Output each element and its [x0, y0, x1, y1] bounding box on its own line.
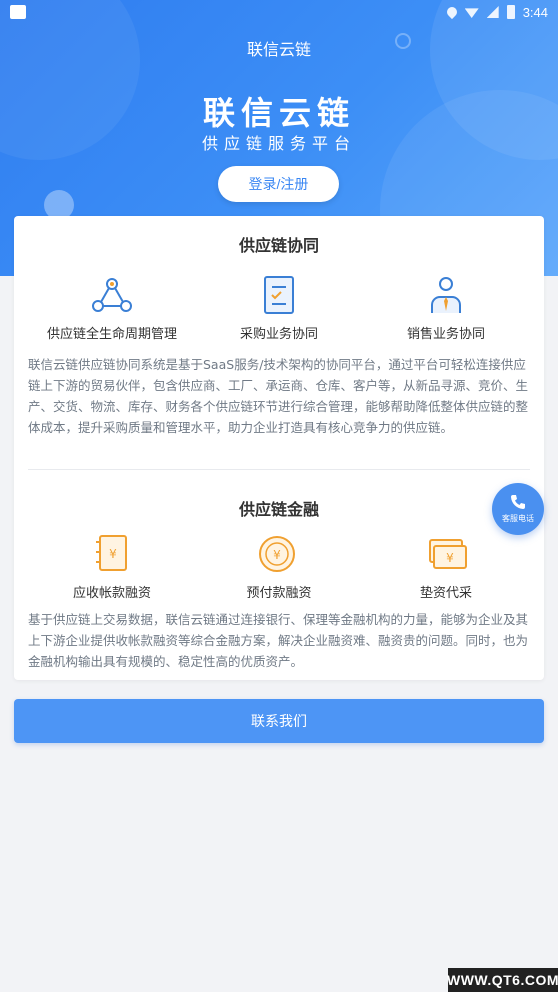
customer-service-call-button[interactable]: 客服电话	[492, 483, 544, 535]
location-icon	[444, 4, 459, 20]
feature-procurement[interactable]: 采购业务协同	[191, 275, 367, 342]
finance-description: 基于供应链上交易数据，联信云链通过连接银行、保理等金融机构的力量，能够为企业及其…	[28, 612, 529, 669]
customer-service-label: 客服电话	[502, 514, 534, 523]
feature-label: 垫资代采	[419, 586, 472, 601]
feature-label: 供应链全生命周期管理	[46, 327, 177, 342]
phone-icon	[511, 495, 525, 509]
nav-title: 联信云链	[246, 40, 311, 59]
cash-icon: ¥	[429, 539, 467, 569]
feature-advance-purchase[interactable]: ¥ 垫资代采	[358, 534, 534, 601]
svg-text:¥: ¥	[273, 548, 281, 562]
login-register-button[interactable]: 登录/注册	[218, 166, 339, 202]
contact-us-button[interactable]: 联系我们	[14, 699, 544, 743]
feature-label: 采购业务协同	[239, 327, 318, 342]
status-time: 3:44	[522, 4, 548, 20]
feature-label: 应收帐款融资	[72, 586, 151, 601]
document-list-icon	[264, 276, 294, 314]
section-divider	[28, 469, 530, 470]
wifi-icon	[464, 8, 479, 18]
feature-sales[interactable]: 销售业务协同	[358, 275, 534, 342]
coin-icon: ¥	[259, 536, 295, 572]
svg-text:¥: ¥	[109, 547, 117, 561]
signal-icon	[486, 6, 499, 18]
brand-title: 联信云链	[202, 94, 355, 132]
feature-receivable-financing[interactable]: ¥ 应收帐款融资	[24, 534, 200, 601]
watermark: WWW.QT6.COM	[447, 968, 558, 992]
collaboration-description: 联信云链供应链协同系统是基于SaaS服务/技术架构的协同平台，通过平台可轻松连接…	[28, 357, 529, 435]
brand-subtitle: 供应链服务平台	[201, 134, 356, 153]
network-icon	[92, 278, 132, 312]
status-bar: 3:44	[0, 0, 558, 24]
collaboration-title: 供应链协同	[238, 236, 319, 255]
feature-lifecycle-management[interactable]: 供应链全生命周期管理	[24, 275, 200, 342]
receivable-ledger-icon: ¥	[96, 535, 127, 571]
svg-text:¥: ¥	[446, 551, 454, 565]
notification-icon	[10, 5, 26, 19]
feature-label: 预付款融资	[246, 586, 312, 601]
battery-icon	[506, 5, 515, 19]
feature-prepayment-financing[interactable]: ¥ 预付款融资	[191, 534, 367, 601]
services-card: 供应链协同 供应链全生命周期管理 采购业务协同 销售业务协同 联信云链供应链协同…	[14, 216, 544, 680]
feature-label: 销售业务协同	[406, 327, 485, 342]
finance-title: 供应链金融	[238, 500, 319, 519]
salesperson-icon	[431, 277, 461, 313]
